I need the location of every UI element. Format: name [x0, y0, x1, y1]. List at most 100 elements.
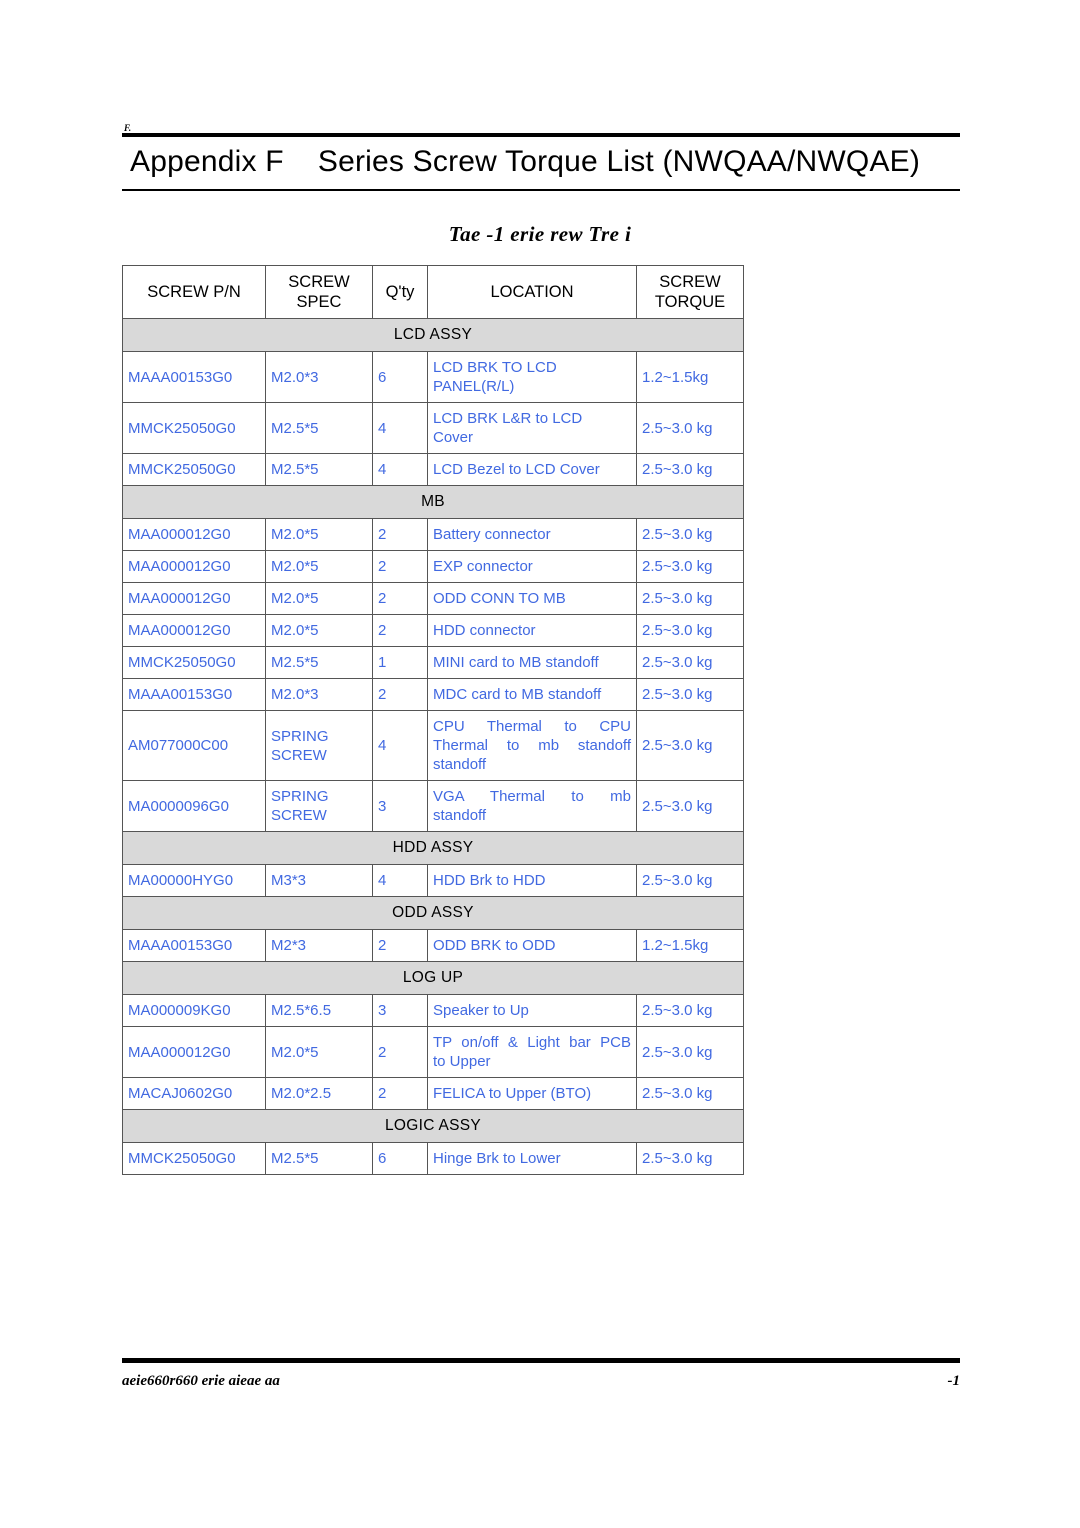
cell-screw-pn: AM077000C00 — [122, 710, 266, 781]
column-header-location: LOCATION — [427, 265, 637, 319]
column-header-screw-torque: SCREW TORQUE — [636, 265, 744, 319]
cell-screw-spec: M2.0*3 — [265, 351, 373, 403]
column-header-screw-spec: SCREW SPEC — [265, 265, 373, 319]
cell-qty: 2 — [372, 550, 428, 583]
cell-qty: 2 — [372, 1077, 428, 1110]
section-title-odd-assy: ODD ASSY — [122, 896, 744, 930]
footer-page-number: -1 — [947, 1373, 961, 1389]
cell-location: HDD Brk to HDD — [427, 864, 637, 897]
cell-screw-spec: SPRING SCREW — [265, 780, 373, 832]
cell-screw-pn: MAA000012G0 — [122, 582, 266, 615]
cell-screw-torque: 1.2~1.5kg — [636, 929, 744, 962]
cell-qty: 4 — [372, 864, 428, 897]
table-row: MAAA00153G0 M2.0*3 2 MDC card to MB standof… — [122, 678, 744, 711]
section-title-lcd-assy: LCD ASSY — [122, 318, 744, 352]
location-line: to Upper — [433, 1053, 491, 1070]
table-row: MMCK25050G0 M2.5*5 4 LCD Bezel to LCD Cover… — [122, 453, 744, 486]
cell-location: ODD CONN TO MB — [427, 582, 637, 615]
table-row: MAA000012G0 M2.0*5 2 ODD CONN TO MB 2.5~3.0 … — [122, 582, 744, 615]
cell-qty: 2 — [372, 1026, 428, 1078]
location-line: CPU Thermal to CPU — [433, 718, 631, 735]
cell-location: FELICA to Upper (BTO) — [427, 1077, 637, 1110]
cell-screw-pn: MA0000096G0 — [122, 780, 266, 832]
cell-qty: 2 — [372, 614, 428, 647]
section-header-row: LCD ASSY — [122, 318, 744, 352]
cell-screw-spec: SPRING SCREW — [265, 710, 373, 781]
cell-screw-torque: 2.5~3.0 kg — [636, 1142, 744, 1175]
cell-qty: 2 — [372, 678, 428, 711]
page-title: Appendix F Series Screw Torque List (NWQ… — [130, 145, 921, 178]
cell-screw-pn: MMCK25050G0 — [122, 453, 266, 486]
cell-screw-spec: M2.5*6.5 — [265, 994, 373, 1027]
cell-location: LCD BRK L&R to LCD Cover — [427, 402, 637, 454]
section-title-logic-assy: LOGIC ASSY — [122, 1109, 744, 1143]
header-rule-bottom — [122, 189, 960, 191]
cell-qty: 4 — [372, 453, 428, 486]
table-row: MA0000096G0 SPRING SCREW 3 VGA Thermal to m… — [122, 780, 744, 832]
cell-screw-torque: 2.5~3.0 kg — [636, 550, 744, 583]
document-page: F. Appendix F Series Screw Torque List (… — [0, 0, 1080, 1528]
table-row: MMCK25050G0 M2.5*5 4 LCD BRK L&R to LCD Cov… — [122, 402, 744, 454]
cell-qty: 1 — [372, 646, 428, 679]
cell-screw-pn: MMCK25050G0 — [122, 646, 266, 679]
cell-screw-torque: 2.5~3.0 kg — [636, 678, 744, 711]
cell-qty: 2 — [372, 929, 428, 962]
table-row: MAA000012G0 M2.0*5 2 HDD connector 2.5~3.0 k… — [122, 614, 744, 647]
table-header-row: SCREW P/N SCREW SPEC Q'ty LOCATION SCREW… — [122, 265, 744, 319]
cell-screw-torque: 2.5~3.0 kg — [636, 864, 744, 897]
section-header-row: HDD ASSY — [122, 831, 744, 865]
cell-screw-torque: 2.5~3.0 kg — [636, 646, 744, 679]
cell-location: Hinge Brk to Lower — [427, 1142, 637, 1175]
cell-location: LCD BRK TO LCD PANEL(R/L) — [427, 351, 637, 403]
table-row: MAA000012G0 M2.0*5 2 Battery connector 2.5~3… — [122, 518, 744, 551]
cell-qty: 2 — [372, 518, 428, 551]
cell-screw-torque: 2.5~3.0 kg — [636, 614, 744, 647]
column-header-screw-pn: SCREW P/N — [122, 265, 266, 319]
table-row: MMCK25050G0 M2.5*5 1 MINI card to MB stando… — [122, 646, 744, 679]
cell-screw-pn: MAAA00153G0 — [122, 678, 266, 711]
cell-qty: 3 — [372, 780, 428, 832]
cell-screw-spec: M2.0*2.5 — [265, 1077, 373, 1110]
cell-screw-spec: M2.5*5 — [265, 453, 373, 486]
cell-screw-pn: MMCK25050G0 — [122, 402, 266, 454]
cell-location: ODD BRK to ODD — [427, 929, 637, 962]
cell-screw-pn: MAA000012G0 — [122, 550, 266, 583]
cell-screw-pn: MAA000012G0 — [122, 1026, 266, 1078]
location-line: TP on/off & Light bar PCB — [433, 1034, 631, 1051]
cell-screw-torque: 2.5~3.0 kg — [636, 710, 744, 781]
cell-screw-torque: 2.5~3.0 kg — [636, 1026, 744, 1078]
section-header-row: ODD ASSY — [122, 896, 744, 930]
cell-qty: 6 — [372, 1142, 428, 1175]
cell-screw-torque: 2.5~3.0 kg — [636, 453, 744, 486]
cell-screw-spec: M2.0*5 — [265, 614, 373, 647]
table-row: MAAA00153G0 M2*3 2 ODD BRK to ODD 1.2~1.5kg — [122, 929, 744, 962]
cell-screw-spec: M3*3 — [265, 864, 373, 897]
section-title-log-up: LOG UP — [122, 961, 744, 995]
cell-screw-pn: MAA000012G0 — [122, 614, 266, 647]
cell-location: TP on/off & Light bar PCB to Upper — [427, 1026, 637, 1078]
section-header-row: LOG UP — [122, 961, 744, 995]
cell-location: VGA Thermal to mb standoff — [427, 780, 637, 832]
cell-location: LCD Bezel to LCD Cover — [427, 453, 637, 486]
cell-screw-spec: M2.5*5 — [265, 402, 373, 454]
table-row: MACAJ0602G0 M2.0*2.5 2 FELICA to Upper (BTO… — [122, 1077, 744, 1110]
cell-screw-torque: 2.5~3.0 kg — [636, 780, 744, 832]
section-header-row: MB — [122, 485, 744, 519]
location-line: VGA Thermal to mb — [433, 788, 631, 805]
cell-qty: 4 — [372, 710, 428, 781]
cell-location: HDD connector — [427, 614, 637, 647]
cell-screw-spec: M2.0*5 — [265, 582, 373, 615]
cell-screw-pn: MMCK25050G0 — [122, 1142, 266, 1175]
cell-screw-torque: 2.5~3.0 kg — [636, 582, 744, 615]
location-line: standoff — [433, 807, 487, 824]
cell-location: Speaker to Up — [427, 994, 637, 1027]
cell-location: Battery connector — [427, 518, 637, 551]
cell-screw-pn: MAAA00153G0 — [122, 351, 266, 403]
table-row: MMCK25050G0 M2.5*5 6 Hinge Brk to Lower 2.5~… — [122, 1142, 744, 1175]
cell-screw-spec: M2.0*3 — [265, 678, 373, 711]
footer-left-text: aeie660r660 erie aieae aa — [122, 1373, 280, 1389]
cell-qty: 6 — [372, 351, 428, 403]
table-row: MAA000012G0 M2.0*5 2 EXP connector 2.5~3.0 k… — [122, 550, 744, 583]
cell-screw-pn: MA00000HYG0 — [122, 864, 266, 897]
cell-screw-pn: MACAJ0602G0 — [122, 1077, 266, 1110]
